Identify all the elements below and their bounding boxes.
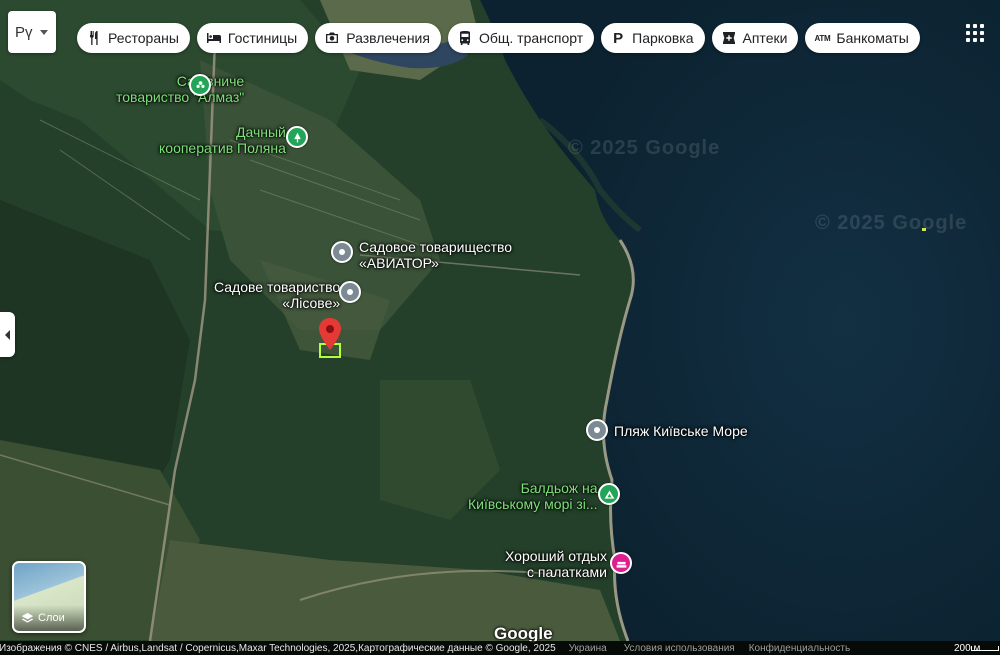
place-label-line: товариство "Алмаз"	[116, 89, 245, 105]
layers-label: Слои	[38, 612, 65, 624]
attribution-bar: Изображения © CNES / Airbus,Landsat / Co…	[0, 641, 1000, 655]
scale-bar	[971, 646, 999, 651]
chip-label: Общ. транспорт	[478, 30, 584, 46]
camera-icon	[324, 30, 340, 46]
place-label-line: Садове товариство	[214, 279, 341, 295]
chip-restaurants[interactable]: Рестораны	[77, 23, 190, 53]
place-icon[interactable]	[339, 281, 361, 303]
place-label-line: кооператив Поляна	[159, 140, 286, 156]
parking-icon: P	[613, 29, 624, 47]
place-label-line: «АВИАТОР»	[359, 255, 439, 271]
chip-label: Аптеки	[742, 30, 788, 46]
place-label: Садівниче товариство "Алмаз"	[116, 73, 245, 105]
watermark: © 2025 Google	[568, 137, 721, 159]
location-pin-icon[interactable]	[318, 318, 342, 350]
chevron-left-icon	[5, 329, 10, 340]
chip-label: Банкоматы	[836, 30, 909, 46]
place-label: Хороший отдых с палатками	[505, 548, 607, 580]
chip-pharmacy[interactable]: Аптеки	[711, 23, 799, 53]
terms-link[interactable]: Условия использования	[624, 643, 735, 654]
chip-atm[interactable]: ATM Банкоматы	[805, 23, 920, 53]
place-label-line: Хороший отдых	[505, 548, 607, 564]
country-link[interactable]: Украина	[569, 643, 607, 654]
place-label-line: «Лісове»	[282, 295, 341, 311]
bus-icon	[457, 30, 473, 46]
atm-icon: ATM	[814, 33, 831, 43]
cutlery-icon	[86, 30, 102, 46]
chip-label: Рестораны	[108, 30, 179, 46]
place-icon[interactable]	[331, 241, 353, 263]
place-label-line: с палатками	[526, 564, 607, 580]
place-label-line: Дачный	[235, 124, 286, 140]
map-dot	[922, 228, 926, 231]
park-icon[interactable]	[286, 126, 308, 148]
campground-icon[interactable]	[610, 552, 632, 574]
chip-label: Развлечения	[346, 30, 430, 46]
place-label: Садовое товарищество «АВИАТОР»	[359, 239, 512, 271]
place-label-line: Балдьож на	[520, 480, 598, 496]
place-label-line: Садовое товарищество	[359, 239, 513, 255]
collapse-side-panel-button[interactable]	[0, 312, 15, 357]
watermark: © 2025 Google	[815, 212, 968, 234]
chip-hotels[interactable]: Гостиницы	[196, 23, 309, 53]
pharmacy-icon	[721, 30, 737, 46]
apps-grid-icon[interactable]	[966, 24, 986, 44]
park-icon[interactable]	[189, 74, 211, 96]
bed-icon	[206, 30, 222, 46]
language-selector[interactable]: Рү	[8, 11, 56, 53]
chip-label: Гостиницы	[227, 30, 298, 46]
place-label: Дачный кооператив Поляна	[159, 124, 286, 156]
place-icon[interactable]	[586, 419, 608, 441]
campsite-icon[interactable]	[598, 483, 620, 505]
chip-transit[interactable]: Общ. транспорт	[447, 23, 595, 53]
chip-parking[interactable]: P Парковка	[601, 23, 705, 53]
chip-entertainment[interactable]: Развлечения	[315, 23, 441, 53]
chevron-down-icon	[40, 29, 48, 35]
layers-label-bar: Слои	[14, 605, 84, 631]
chip-label: Парковка	[632, 30, 694, 46]
place-label-line: Садівниче	[118, 73, 244, 89]
category-chips: Рестораны Гостиницы Развлечения Общ. тра…	[77, 23, 920, 53]
language-label: Рү	[15, 23, 33, 41]
imagery-attribution: Изображения © CNES / Airbus,Landsat / Co…	[0, 642, 556, 654]
place-label: Пляж Київське Море	[614, 423, 748, 439]
place-label: Балдьож на Київському морі зі...	[468, 480, 598, 512]
place-label: Садове товариство «Лісове»	[214, 279, 340, 311]
place-label-line: Київському морі зі...	[468, 496, 598, 512]
layers-button[interactable]: Слои	[12, 561, 86, 633]
privacy-link[interactable]: Конфиденциальность	[749, 643, 850, 654]
map-canvas[interactable]: © 2025 Google © 2025 Google Рү Рестораны…	[0, 0, 1000, 655]
layers-icon	[21, 612, 34, 623]
